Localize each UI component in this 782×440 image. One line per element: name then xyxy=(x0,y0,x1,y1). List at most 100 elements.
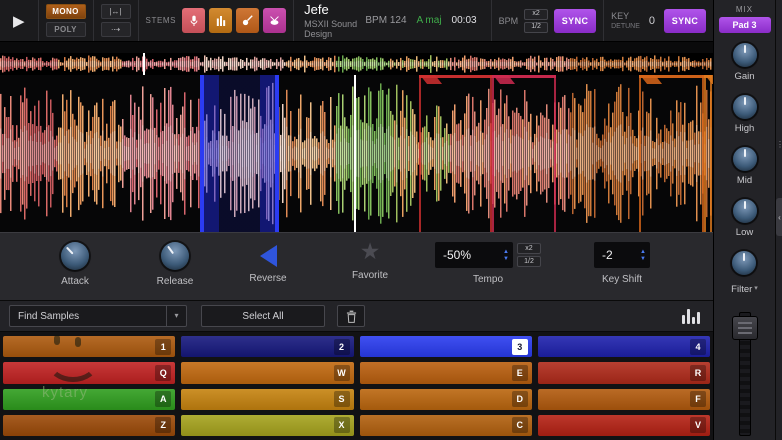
overview-playhead xyxy=(143,53,145,75)
key-shift-label: Key Shift xyxy=(602,274,642,285)
key-shift-control: -2 ▲ ▼ Key Shift xyxy=(568,242,676,285)
key-shift-down-arrow[interactable]: ▼ xyxy=(640,256,646,262)
knob-label: Low xyxy=(736,227,753,238)
pad-Z[interactable]: Z xyxy=(3,415,175,436)
key-shift-value-box[interactable]: -2 ▲ ▼ xyxy=(594,242,650,268)
filter-label: Filter xyxy=(731,284,752,295)
mid-control: Mid xyxy=(733,147,757,186)
guitar-icon xyxy=(242,15,253,26)
cue-segment[interactable] xyxy=(492,75,556,232)
collapse-panel-button[interactable]: ‹ xyxy=(776,198,782,236)
track-readouts: BPM 124 A maj 00:03 xyxy=(365,15,476,26)
poly-button[interactable]: POLY xyxy=(46,22,86,37)
bpm-readout: BPM 124 xyxy=(365,15,406,26)
play-button[interactable]: ▶ xyxy=(7,12,31,30)
pad-1[interactable]: 1 xyxy=(3,336,175,357)
pad-3[interactable]: 3 xyxy=(360,336,532,357)
tempo-steppers: ▲ ▼ xyxy=(503,249,509,262)
trim-mode-icon[interactable]: |↔| xyxy=(101,4,131,19)
knob-indicator xyxy=(744,149,746,157)
pad-S[interactable]: S xyxy=(181,389,353,410)
stem-drums-button[interactable] xyxy=(263,8,286,33)
flow-mode-icon[interactable]: ·⇢ xyxy=(101,22,131,37)
pad-key-chip: S xyxy=(334,391,350,407)
release-knob[interactable] xyxy=(161,242,189,270)
overview-waveform[interactable] xyxy=(0,53,713,75)
mixer-title: MIX xyxy=(736,5,753,14)
stem-vocals-button[interactable] xyxy=(182,8,205,33)
pad-key-chip: R xyxy=(690,365,706,381)
pad-R[interactable]: R xyxy=(538,362,710,383)
pad-Q[interactable]: Q xyxy=(3,362,175,383)
bpm-x2-button[interactable]: x2 xyxy=(524,9,548,20)
tempo-x2-button[interactable]: x2 xyxy=(517,243,541,254)
filter-knob[interactable] xyxy=(732,251,756,275)
playhead xyxy=(354,75,356,232)
tempo-label: Tempo xyxy=(473,274,503,285)
tempo-value: -50% xyxy=(443,248,471,262)
pad-C[interactable]: C xyxy=(360,415,532,436)
pad-key-chip: W xyxy=(334,365,350,381)
fader-handle[interactable] xyxy=(732,316,758,340)
track-info: Jefe MSXII Sound Design xyxy=(294,0,365,41)
find-samples-label: Find Samples xyxy=(10,311,166,322)
bpm-sync-button[interactable]: SYNC xyxy=(554,9,596,33)
pad-W[interactable]: W xyxy=(181,362,353,383)
mono-button[interactable]: MONO xyxy=(46,4,86,19)
cue-segment[interactable] xyxy=(639,75,704,232)
drag-handle-icon[interactable]: ⋮ xyxy=(776,140,782,149)
low-knob[interactable] xyxy=(733,199,757,223)
favorite-button[interactable]: ★ xyxy=(360,238,381,264)
cue-segment[interactable] xyxy=(419,75,492,232)
reverse-button[interactable] xyxy=(260,245,277,267)
pad-F[interactable]: F xyxy=(538,389,710,410)
bpm-half-button[interactable]: 1/2 xyxy=(524,22,548,33)
pad-E[interactable]: E xyxy=(360,362,532,383)
pad-key-chip: 3 xyxy=(512,339,528,355)
key-shift-up-arrow[interactable]: ▲ xyxy=(640,249,646,255)
loop-region[interactable] xyxy=(200,75,279,232)
bpm-section-label: BPM xyxy=(499,16,519,26)
pad-V[interactable]: V xyxy=(538,415,710,436)
pad-4[interactable]: 4 xyxy=(538,336,710,357)
volume-fader[interactable] xyxy=(725,312,765,440)
drums-icon xyxy=(269,15,280,26)
pad-X[interactable]: X xyxy=(181,415,353,436)
key-sync-section: KEY DETUNE 0 SYNC xyxy=(603,0,713,41)
overview-waveform-graphic xyxy=(0,53,713,75)
select-all-button[interactable]: Select All xyxy=(201,305,325,327)
pad-key-chip: C xyxy=(512,417,528,433)
find-samples-dropdown[interactable]: Find Samples ▾ xyxy=(9,305,187,327)
key-sync-button[interactable]: SYNC xyxy=(664,9,706,33)
main-waveform[interactable] xyxy=(0,75,713,232)
stem-melody-button[interactable] xyxy=(209,8,232,33)
pad-key-chip: Q xyxy=(155,365,171,381)
bpm-sync-section: BPM x2 1/2 SYNC xyxy=(491,0,604,41)
delete-button[interactable] xyxy=(337,305,365,327)
mid-knob[interactable] xyxy=(733,147,757,171)
tempo-value-box[interactable]: -50% ▲ ▼ xyxy=(435,242,513,268)
bars-icon xyxy=(216,15,226,27)
attack-label: Attack xyxy=(61,276,89,287)
tempo-up-arrow[interactable]: ▲ xyxy=(503,249,509,255)
cue-segment[interactable] xyxy=(704,75,712,232)
attack-knob[interactable] xyxy=(61,242,89,270)
pad-A[interactable]: A xyxy=(3,389,175,410)
pad-grid: 12 34 Q WE R A SD F Z X CV xyxy=(0,332,713,440)
gain-knob[interactable] xyxy=(733,43,757,67)
caret-down-icon[interactable]: ▾ xyxy=(754,279,758,299)
low-control: Low xyxy=(733,199,757,238)
trash-icon xyxy=(346,310,357,323)
track-subtitle: MSXII Sound Design xyxy=(304,19,358,39)
pad-D[interactable]: D xyxy=(360,389,532,410)
tempo-down-arrow[interactable]: ▼ xyxy=(503,256,509,262)
high-knob[interactable] xyxy=(733,95,757,119)
pad-2[interactable]: 2 xyxy=(181,336,353,357)
pad-key-chip: F xyxy=(690,391,706,407)
stem-bass-button[interactable] xyxy=(236,8,259,33)
stems-view-toggle[interactable] xyxy=(682,308,700,324)
voice-mode-section: MONO POLY xyxy=(39,0,94,41)
pad-select-button[interactable]: Pad 3 xyxy=(719,17,771,33)
tempo-half-button[interactable]: 1/2 xyxy=(517,256,541,267)
pad-key-chip: X xyxy=(334,417,350,433)
